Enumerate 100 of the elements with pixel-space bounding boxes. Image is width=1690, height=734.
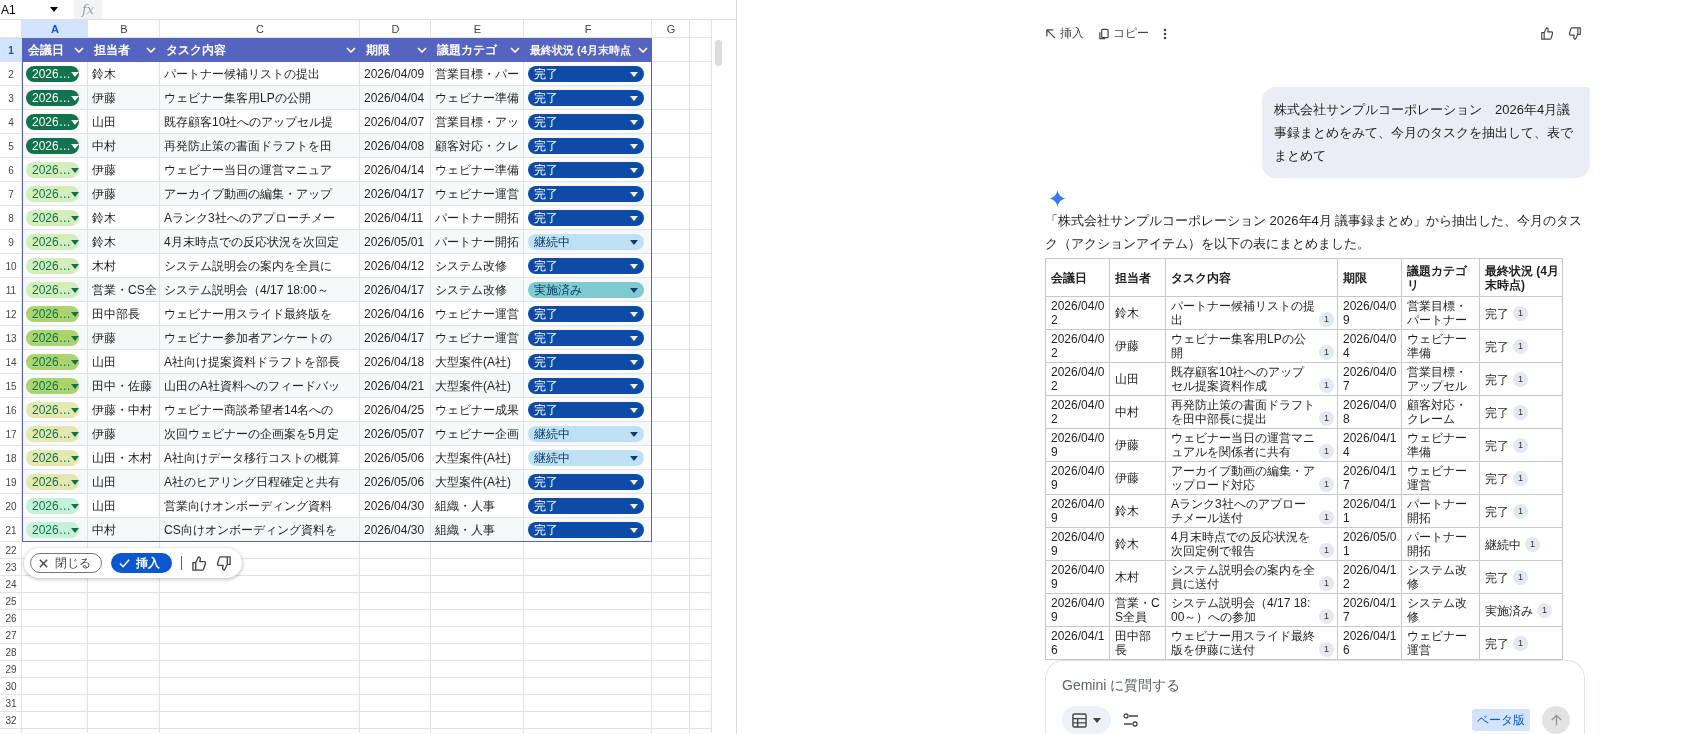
- row-number[interactable]: 9: [0, 230, 22, 254]
- date-chip[interactable]: 2026…: [26, 186, 79, 202]
- status-dropdown[interactable]: 完了: [528, 354, 644, 370]
- status-dropdown[interactable]: 完了: [528, 474, 644, 490]
- insert-button[interactable]: 挿入: [111, 553, 172, 573]
- chevron-down-icon[interactable]: [417, 47, 427, 53]
- column-letter[interactable]: E: [431, 20, 524, 38]
- status-dropdown[interactable]: 完了: [528, 330, 644, 346]
- row-number[interactable]: 17: [0, 422, 22, 446]
- column-letter[interactable]: C: [160, 20, 360, 38]
- insert-action[interactable]: 挿入: [1045, 27, 1084, 40]
- thumbs-down-button[interactable]: [1568, 27, 1582, 40]
- date-chip[interactable]: 2026…: [26, 354, 79, 370]
- citation-chip[interactable]: 1: [1319, 444, 1334, 459]
- tools-button[interactable]: [1123, 713, 1139, 727]
- date-chip[interactable]: 2026…: [26, 162, 79, 178]
- thumbs-up-button[interactable]: [1540, 27, 1554, 40]
- date-chip[interactable]: 2026…: [26, 378, 79, 394]
- row-number[interactable]: 3: [0, 86, 22, 110]
- citation-chip[interactable]: 1: [1319, 642, 1334, 657]
- date-chip[interactable]: 2026…: [26, 138, 79, 154]
- prompt-box[interactable]: Gemini に質問する ベータ版: [1045, 660, 1585, 734]
- row-number[interactable]: 29: [0, 661, 22, 678]
- row-number[interactable]: 10: [0, 254, 22, 278]
- status-dropdown[interactable]: 完了: [528, 114, 644, 130]
- citation-chip[interactable]: 1: [1319, 378, 1334, 393]
- thumbs-up-button[interactable]: [191, 555, 207, 571]
- status-dropdown[interactable]: 完了: [528, 66, 644, 82]
- row-number[interactable]: 14: [0, 350, 22, 374]
- date-chip[interactable]: 2026…: [26, 330, 79, 346]
- date-chip[interactable]: 2026…: [26, 210, 79, 226]
- row-number[interactable]: 23: [0, 559, 22, 576]
- column-letter[interactable]: A: [22, 20, 88, 38]
- citation-chip[interactable]: 1: [1513, 305, 1528, 321]
- citation-chip[interactable]: 1: [1513, 371, 1528, 387]
- citation-chip[interactable]: 1: [1319, 543, 1334, 558]
- date-chip[interactable]: 2026…: [26, 90, 79, 106]
- row-number[interactable]: 6: [0, 158, 22, 182]
- row-number[interactable]: 28: [0, 644, 22, 661]
- status-dropdown[interactable]: 完了: [528, 258, 644, 274]
- date-chip[interactable]: 2026…: [26, 306, 79, 322]
- row-number[interactable]: 31: [0, 695, 22, 712]
- row-number[interactable]: 4: [0, 110, 22, 134]
- citation-chip[interactable]: 1: [1513, 437, 1528, 453]
- column-letter[interactable]: D: [360, 20, 431, 38]
- row-number[interactable]: 22: [0, 542, 22, 559]
- chevron-down-icon[interactable]: [146, 47, 156, 53]
- chevron-down-icon[interactable]: [638, 47, 648, 53]
- row-number[interactable]: 2: [0, 62, 22, 86]
- row-number[interactable]: 24: [0, 576, 22, 593]
- thumbs-down-button[interactable]: [216, 555, 232, 571]
- row-number[interactable]: 32: [0, 712, 22, 729]
- status-dropdown[interactable]: 完了: [528, 90, 644, 106]
- column-letter[interactable]: B: [88, 20, 160, 38]
- citation-chip[interactable]: 1: [1319, 411, 1334, 426]
- citation-chip[interactable]: 1: [1537, 602, 1552, 618]
- row-number[interactable]: 30: [0, 678, 22, 695]
- citation-chip[interactable]: 1: [1319, 312, 1334, 327]
- row-number[interactable]: 25: [0, 593, 22, 610]
- row-number[interactable]: 12: [0, 302, 22, 326]
- status-dropdown[interactable]: 完了: [528, 186, 644, 202]
- status-dropdown[interactable]: 完了: [528, 498, 644, 514]
- status-dropdown[interactable]: 継続中: [528, 234, 644, 250]
- row-number[interactable]: 13: [0, 326, 22, 350]
- citation-chip[interactable]: 1: [1319, 345, 1334, 360]
- citation-chip[interactable]: 1: [1319, 477, 1334, 492]
- citation-chip[interactable]: 1: [1513, 569, 1528, 585]
- copy-action[interactable]: コピー: [1098, 27, 1149, 40]
- row-number[interactable]: 21: [0, 518, 22, 542]
- status-dropdown[interactable]: 完了: [528, 522, 644, 538]
- date-chip[interactable]: 2026…: [26, 282, 79, 298]
- date-chip[interactable]: 2026…: [26, 498, 79, 514]
- status-dropdown[interactable]: 完了: [528, 402, 644, 418]
- status-dropdown[interactable]: 完了: [528, 378, 644, 394]
- status-dropdown[interactable]: 完了: [528, 162, 644, 178]
- status-dropdown[interactable]: 継続中: [528, 426, 644, 442]
- row-number[interactable]: 27: [0, 627, 22, 644]
- table-tool-button[interactable]: [1062, 706, 1111, 734]
- row-number[interactable]: 7: [0, 182, 22, 206]
- status-dropdown[interactable]: 完了: [528, 210, 644, 226]
- row-number[interactable]: 16: [0, 398, 22, 422]
- status-dropdown[interactable]: 継続中: [528, 450, 644, 466]
- date-chip[interactable]: 2026…: [26, 522, 79, 538]
- chevron-down-icon[interactable]: [74, 47, 84, 53]
- date-chip[interactable]: 2026…: [26, 258, 79, 274]
- chevron-down-icon[interactable]: [510, 47, 520, 53]
- status-dropdown[interactable]: 完了: [528, 306, 644, 322]
- citation-chip[interactable]: 1: [1319, 609, 1334, 624]
- citation-chip[interactable]: 1: [1319, 510, 1334, 525]
- date-chip[interactable]: 2026…: [26, 402, 79, 418]
- column-letter[interactable]: F: [524, 20, 652, 38]
- date-chip[interactable]: 2026…: [26, 114, 79, 130]
- date-chip[interactable]: 2026…: [26, 66, 79, 82]
- citation-chip[interactable]: 1: [1525, 536, 1540, 552]
- citation-chip[interactable]: 1: [1319, 576, 1334, 591]
- status-dropdown[interactable]: 実施済み: [528, 282, 644, 298]
- prompt-field[interactable]: Gemini に質問する: [1062, 673, 1570, 698]
- close-button[interactable]: 閉じる: [30, 553, 102, 573]
- scrollbar-thumb[interactable]: [715, 40, 722, 66]
- date-chip[interactable]: 2026…: [26, 450, 79, 466]
